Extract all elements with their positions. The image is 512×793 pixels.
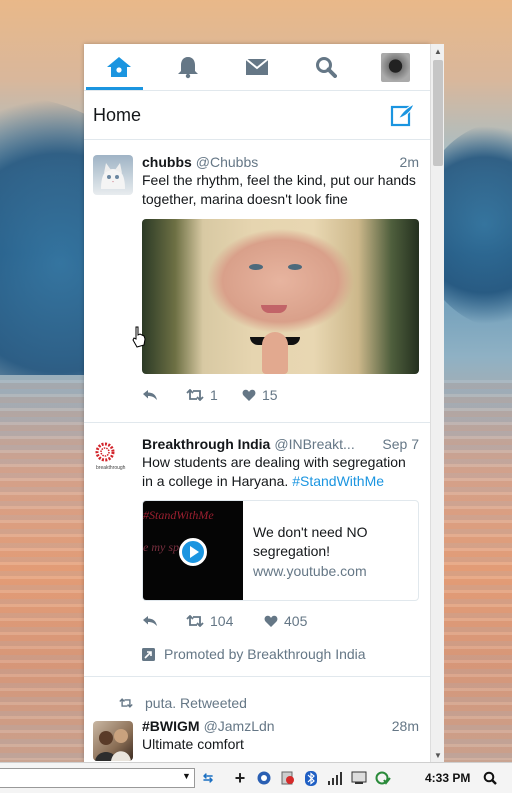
tweet-text: How students are dealing with segregatio… xyxy=(142,453,419,491)
blocked-icon[interactable] xyxy=(280,770,296,786)
twitter-panel: Home chubbs @Chubbs 2m Feel the rhythm, … xyxy=(84,44,430,762)
photo-eye xyxy=(288,264,302,270)
card-title: We don't need NO segregation! xyxy=(253,524,368,559)
bluetooth-icon[interactable] xyxy=(303,770,319,786)
people-avatar-image xyxy=(95,729,131,761)
play-icon[interactable] xyxy=(179,538,207,566)
tab-profile[interactable] xyxy=(361,44,430,90)
avatar[interactable]: breakthrough xyxy=(93,437,133,477)
tweet[interactable]: chubbs @Chubbs 2m Feel the rhythm, feel … xyxy=(84,140,430,423)
search-icon xyxy=(316,57,338,78)
reply-icon xyxy=(143,616,157,626)
avatar[interactable] xyxy=(93,155,133,195)
tab-home[interactable] xyxy=(84,44,153,90)
top-nav xyxy=(84,44,430,91)
vertical-scrollbar[interactable]: ▲ ▼ xyxy=(430,44,444,762)
tweet-author-handle[interactable]: @Chubbs xyxy=(196,154,394,170)
promoted-text: Promoted by Breakthrough India xyxy=(164,646,366,662)
tweet-timestamp[interactable]: 28m xyxy=(392,718,419,734)
tweet-actions: 1 15 xyxy=(142,385,419,405)
scroll-down-arrow-icon[interactable]: ▼ xyxy=(431,748,445,762)
retweet-icon xyxy=(186,389,204,401)
address-bar[interactable] xyxy=(0,768,195,788)
search-icon[interactable] xyxy=(482,770,498,786)
tweet-text: Feel the rhythm, feel the kind, put our … xyxy=(142,172,416,207)
photo-hands xyxy=(262,332,288,374)
profile-avatar xyxy=(380,52,410,82)
avatar[interactable] xyxy=(93,721,133,761)
device-icon[interactable] xyxy=(351,770,367,786)
tweet[interactable]: breakthrough Breakthrough India @INBreak… xyxy=(84,423,430,677)
tweet-timestamp[interactable]: Sep 7 xyxy=(382,436,419,452)
taskbar: ▼ ⇆ + 4:33 PM xyxy=(0,762,512,793)
thumbnail-text: #StandWithMe xyxy=(143,508,214,522)
bell-icon xyxy=(177,57,198,79)
retweet-icon xyxy=(119,698,133,708)
sync-check-icon[interactable] xyxy=(375,770,391,786)
retweet-count: 1 xyxy=(210,387,218,403)
tweet-author-name[interactable]: Breakthrough India xyxy=(142,436,270,452)
signal-icon[interactable] xyxy=(327,770,343,786)
tab-search[interactable] xyxy=(292,44,361,90)
cat-avatar-image xyxy=(101,163,125,189)
envelope-icon xyxy=(245,58,269,75)
like-button[interactable]: 405 xyxy=(264,613,307,629)
hashtag-link[interactable]: #StandWithMe xyxy=(292,473,384,489)
tweet-author-handle[interactable]: @INBreakt... xyxy=(274,436,376,452)
retweet-context: puta. Retweeted xyxy=(84,693,430,713)
tweet[interactable]: puta. Retweeted #BWIGM @JamzLdn 28m Ulti… xyxy=(84,677,430,761)
promoted-icon xyxy=(142,647,155,661)
page-title: Home xyxy=(93,104,142,125)
home-icon xyxy=(106,57,131,77)
hand-cursor-icon xyxy=(132,326,146,348)
heart-icon xyxy=(242,389,256,401)
promoted-label[interactable]: Promoted by Breakthrough India xyxy=(142,644,419,664)
heart-icon xyxy=(264,615,278,627)
link-card[interactable]: #StandWithMe e my space We don't need NO… xyxy=(142,500,419,601)
retweet-icon xyxy=(186,615,204,627)
photo-lips xyxy=(261,305,287,313)
reply-button[interactable] xyxy=(142,615,186,627)
shield-icon[interactable] xyxy=(256,770,272,786)
card-info: We don't need NO segregation! www.youtub… xyxy=(243,501,418,600)
add-icon[interactable]: + xyxy=(232,768,248,788)
like-count: 405 xyxy=(284,613,308,629)
tab-messages[interactable] xyxy=(222,44,291,90)
photo-eye xyxy=(249,264,263,270)
tweet-text: Ultimate comfort xyxy=(142,736,244,752)
tweet-author-name[interactable]: #BWIGM xyxy=(142,718,200,734)
scroll-up-arrow-icon[interactable]: ▲ xyxy=(431,44,445,58)
card-domain: www.youtube.com xyxy=(253,563,367,579)
tweet-actions: 104 405 xyxy=(142,611,419,631)
retweet-button[interactable]: 1 xyxy=(186,387,242,403)
tweet-author-name[interactable]: chubbs xyxy=(142,154,192,170)
breakthrough-logo xyxy=(95,442,115,462)
refresh-icon[interactable]: ⇆ xyxy=(200,770,216,786)
clock[interactable]: 4:33 PM xyxy=(425,771,470,785)
timeline-header: Home xyxy=(84,91,430,140)
tweet-author-handle[interactable]: @JamzLdn xyxy=(204,718,386,734)
dropdown-arrow-icon[interactable]: ▼ xyxy=(182,771,191,781)
tweet-photo[interactable] xyxy=(142,219,419,374)
compose-tweet-icon[interactable] xyxy=(390,102,416,128)
video-thumbnail[interactable]: #StandWithMe e my space xyxy=(143,501,243,600)
tweet-timestamp[interactable]: 2m xyxy=(400,154,419,170)
tab-notifications[interactable] xyxy=(153,44,222,90)
retweet-button[interactable]: 104 xyxy=(186,613,264,629)
like-count: 15 xyxy=(262,387,278,403)
scroll-thumb[interactable] xyxy=(433,60,443,166)
retweeted-by-text[interactable]: puta. Retweeted xyxy=(145,695,247,711)
like-button[interactable]: 15 xyxy=(242,387,278,403)
breakthrough-logo-text: breakthrough xyxy=(96,465,126,471)
retweet-count: 104 xyxy=(210,613,234,629)
reply-button[interactable] xyxy=(142,389,186,401)
reply-icon xyxy=(143,390,157,400)
